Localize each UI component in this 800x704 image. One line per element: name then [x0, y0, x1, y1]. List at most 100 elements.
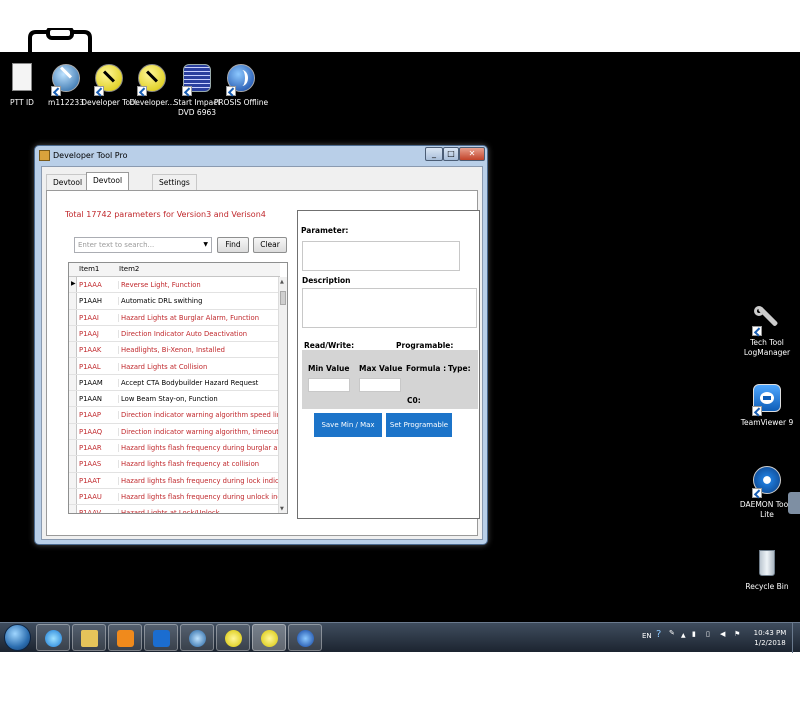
scroll-down-icon[interactable]: ▼	[280, 506, 284, 512]
desktop-icon-tech-tool-logmanager[interactable]: Tech Tool LogManager	[737, 302, 797, 358]
action-center-icon[interactable]: ⚑	[734, 630, 740, 638]
app-icon	[39, 150, 50, 161]
table-row[interactable]: P1AAH Automatic DRL swithing	[69, 293, 280, 310]
prosis-wave-icon	[226, 62, 256, 96]
table-row[interactable]: P1AAL Hazard Lights at Collision	[69, 359, 280, 375]
desktop-icon-recycle-bin[interactable]: Recycle Bin	[737, 546, 797, 592]
minimize-button[interactable]: _	[425, 147, 443, 161]
table-row[interactable]: P1AAQ Direction indicator warning algorit…	[69, 424, 280, 440]
desktop-icon-prosis-offline[interactable]: PROSIS Offline	[211, 62, 271, 108]
max-value-label: Max Value	[359, 364, 403, 373]
taskbar-teamviewer[interactable]	[144, 624, 178, 651]
cell-item1: P1AAP	[79, 411, 102, 420]
volume-icon[interactable]: ◀	[720, 630, 725, 638]
table-row[interactable]: P1AAN Low Beam Stay-on, Function	[69, 391, 280, 408]
search-combobox[interactable]: Enter text to search... ▼	[74, 237, 212, 253]
network-icon[interactable]: ▯	[706, 630, 710, 638]
taskbar-developer-tool-1[interactable]	[216, 624, 250, 651]
window-titlebar[interactable]: Developer Tool Pro _ □ ✕	[35, 146, 487, 166]
table-row[interactable]: P1AAU Hazard lights flash frequency durin…	[69, 489, 280, 506]
cell-item2: Automatic DRL swithing	[118, 297, 280, 306]
tab-devtool-plus[interactable]: Devtool Plus V3/V4	[86, 172, 130, 215]
clock-time: 10:43 PM	[753, 629, 787, 637]
column-header-item2[interactable]: Item2	[119, 265, 139, 273]
cell-item1: P1AAK	[79, 346, 102, 355]
table-row[interactable]: P1AAR Hazard lights flash frequency durin…	[69, 440, 280, 457]
cell-item1: P1AAR	[79, 444, 102, 452]
developer-tool-window: Developer Tool Pro _ □ ✕ Devtool V2 Devt…	[34, 145, 488, 545]
parameter-grid[interactable]: Item1 Item2 ▶ P1AAA Reverse Light, Functio…	[68, 262, 288, 514]
desktop-icon-label: PROSIS Offline	[213, 98, 269, 107]
close-button[interactable]: ✕	[459, 147, 485, 161]
save-min-max-button[interactable]: Save Min / Max	[314, 413, 382, 437]
developer-tool-icon	[137, 62, 167, 96]
dropdown-arrow-icon[interactable]: ▼	[203, 241, 208, 248]
developer-tool-icon	[225, 630, 242, 647]
table-row[interactable]: P1AAK Headlights, Bi-Xenon, Installed	[69, 342, 280, 359]
taskbar-clock[interactable]: 10:43 PM 1/2/2018	[752, 628, 788, 648]
teamviewer-icon	[153, 630, 170, 647]
min-value-input[interactable]	[308, 378, 350, 392]
cell-item1: P1AAV	[79, 509, 102, 514]
taskbar-developer-tool-2[interactable]	[252, 624, 286, 651]
desktop-icon-teamviewer[interactable]: TeamViewer 9	[737, 382, 797, 428]
search-placeholder: Enter text to search...	[78, 241, 155, 249]
taskbar-explorer[interactable]	[72, 624, 106, 651]
briefcase-icon	[28, 28, 92, 52]
cell-item2: Hazard lights flash frequency during bur…	[118, 444, 280, 452]
parameter-field[interactable]	[302, 241, 460, 271]
cell-item1: P1AAU	[79, 492, 102, 501]
read-write-label: Read/Write:	[304, 341, 355, 350]
pen-icon[interactable]: ✎	[669, 629, 675, 637]
taskbar-media-player[interactable]	[108, 624, 142, 651]
table-row[interactable]: P1AAI Hazard Lights at Burglar Alarm, Fun…	[69, 310, 280, 326]
tab-devtool-v2[interactable]: Devtool V2	[46, 174, 90, 202]
table-row[interactable]: P1AAV Hazard Lights at Lock/Unlock	[69, 505, 280, 514]
maximize-button[interactable]: □	[443, 147, 459, 161]
grid-header: Item1 Item2	[69, 263, 280, 277]
find-button[interactable]: Find	[217, 237, 249, 253]
cell-item2: Reverse Light, Function	[118, 281, 280, 289]
description-field[interactable]	[302, 288, 477, 328]
table-row[interactable]: P1AAT Hazard lights flash frequency durin…	[69, 473, 280, 489]
scroll-up-icon[interactable]: ▲	[280, 279, 284, 285]
cell-item2: Hazard lights flash frequency during unl…	[118, 492, 280, 501]
developer-tool-icon	[261, 630, 278, 647]
show-hidden-icons[interactable]: ▲	[681, 632, 686, 639]
scroll-thumb[interactable]	[280, 291, 286, 305]
taskbar-prosis[interactable]	[288, 624, 322, 651]
taskbar-m112233[interactable]	[180, 624, 214, 651]
table-row[interactable]: P1AAP Direction indicator warning algorit…	[69, 407, 280, 424]
max-value-input[interactable]	[359, 378, 401, 392]
language-indicator[interactable]: EN	[642, 632, 652, 640]
desktop: PTT ID m112233 Developer Tool Developer.…	[0, 52, 800, 653]
teamviewer-side-tab[interactable]	[788, 492, 800, 514]
volvo-tool-icon	[51, 62, 81, 96]
start-button[interactable]	[4, 624, 31, 651]
description-label: Description	[302, 276, 351, 285]
formula-label: Formula :	[406, 364, 447, 373]
cell-item1: P1AAT	[79, 476, 101, 485]
cell-item1: P1AAQ	[79, 427, 103, 436]
grid-scrollbar[interactable]: ▲ ▼	[278, 277, 287, 513]
help-icon[interactable]: ?	[656, 629, 661, 640]
table-row[interactable]: ▶ P1AAA Reverse Light, Function	[69, 277, 280, 294]
table-row[interactable]: P1AAS Hazard lights flash frequency at co…	[69, 456, 280, 473]
cell-item2: Hazard Lights at Lock/Unlock	[118, 509, 280, 513]
set-programable-button[interactable]: Set Programable	[386, 413, 452, 437]
tab-settings[interactable]: Settings	[152, 174, 197, 190]
show-desktop-button[interactable]	[792, 623, 800, 653]
row-pointer-icon: ▶	[71, 280, 76, 287]
table-row[interactable]: P1AAM Accept CTA Bodybuilder Hazard Reque…	[69, 375, 280, 392]
cell-item2: Hazard Lights at Collision	[118, 362, 280, 371]
daemon-tools-icon	[752, 464, 782, 498]
battery-icon[interactable]: ▮	[692, 630, 696, 638]
table-row[interactable]: P1AAJ Direction Indicator Auto Deactivati…	[69, 326, 280, 343]
taskbar: EN ? ✎ ▲ ▮ ▯ ◀ ⚑ 10:43 PM 1/2/2018	[0, 622, 800, 653]
clear-button[interactable]: Clear	[253, 237, 287, 253]
column-header-item1[interactable]: Item1	[79, 265, 99, 273]
cell-item2: Accept CTA Bodybuilder Hazard Request	[118, 378, 280, 387]
internet-explorer-icon	[45, 630, 62, 647]
taskbar-ie[interactable]	[36, 624, 70, 651]
cell-item1: P1AAA	[79, 281, 102, 289]
